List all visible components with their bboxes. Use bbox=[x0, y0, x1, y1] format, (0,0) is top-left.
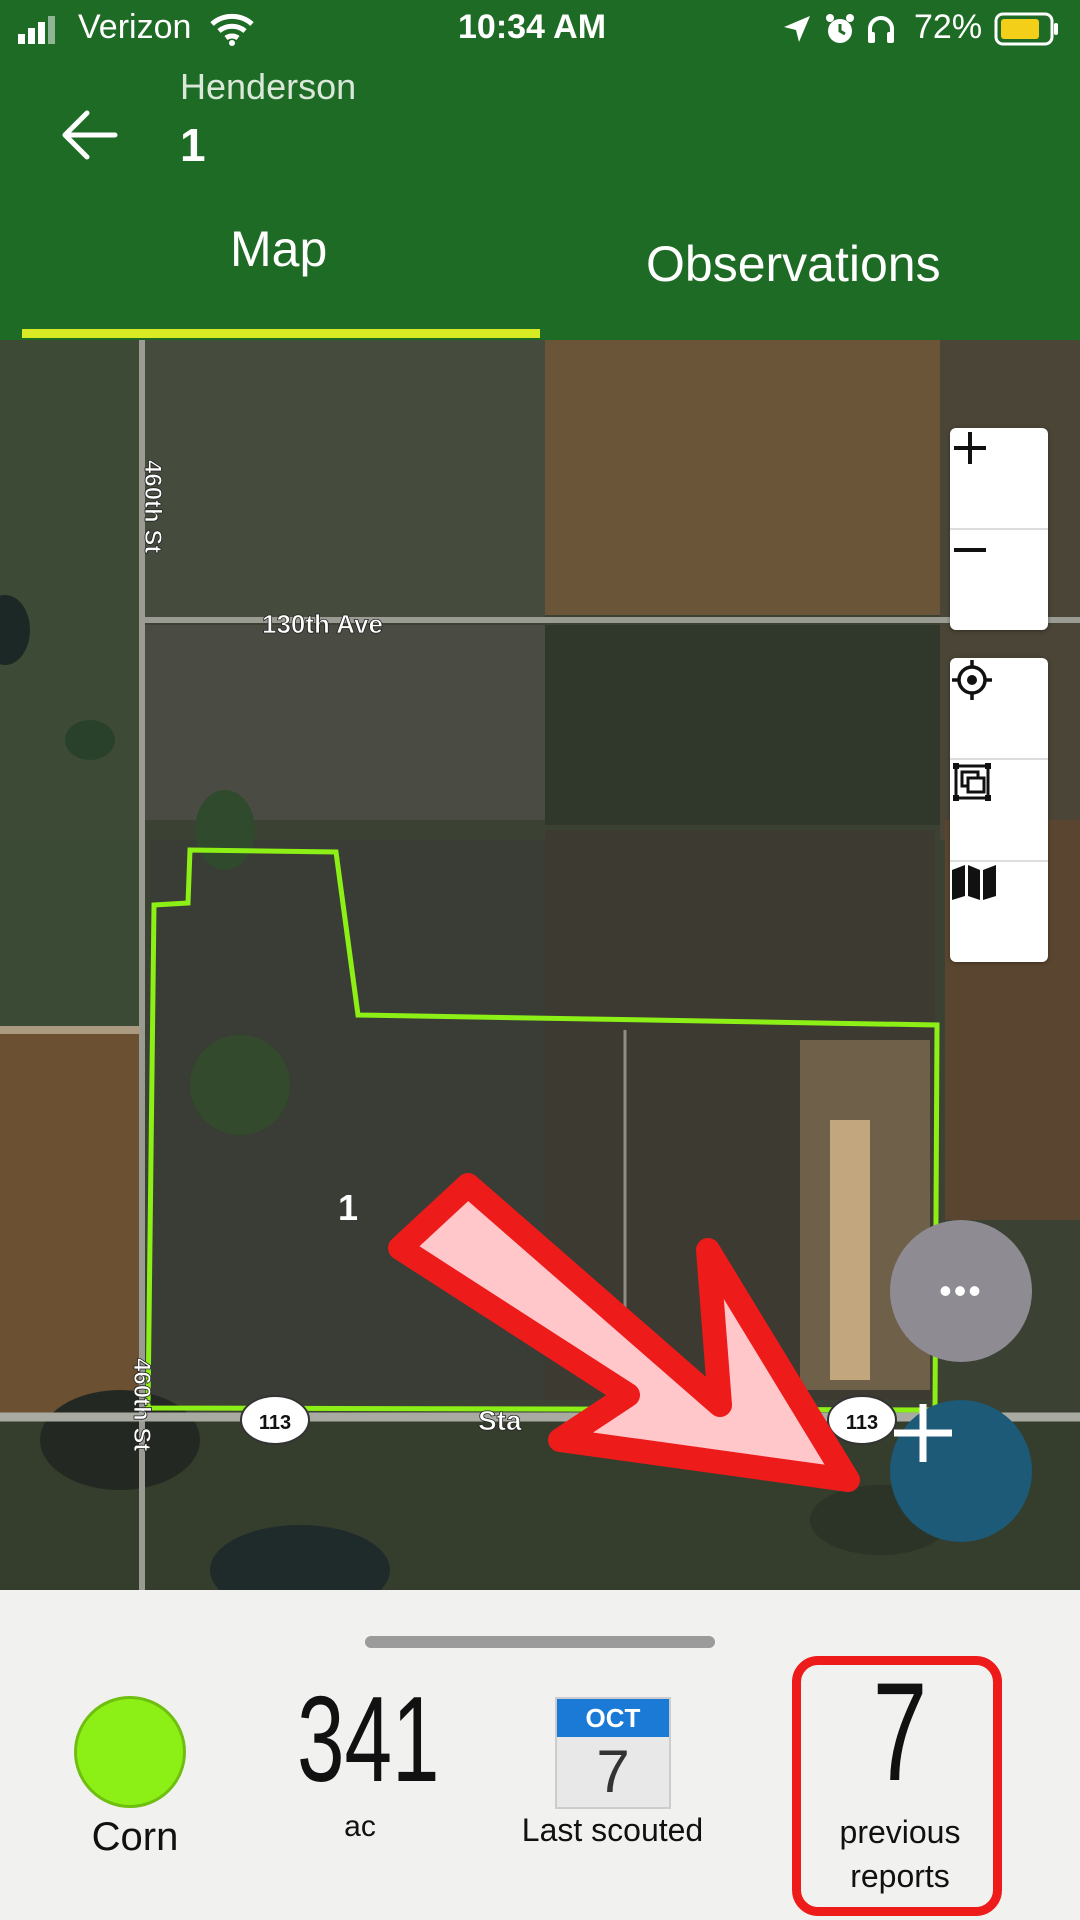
more-options-button[interactable]: ••• bbox=[890, 1220, 1032, 1362]
acres-unit: ac bbox=[344, 1810, 376, 1843]
zoom-controls bbox=[950, 428, 1048, 630]
status-bar: Verizon 10:34 AM 72% bbox=[0, 0, 1080, 60]
satellite-map[interactable]: 460th St 130th Ave 460th St Sta 113 113 … bbox=[0, 340, 1080, 1590]
back-arrow-icon bbox=[62, 110, 118, 160]
map-layers-icon bbox=[952, 865, 996, 900]
alarm-icon bbox=[824, 12, 856, 46]
map-layers-button[interactable] bbox=[950, 862, 1048, 962]
header-subtitle: Henderson bbox=[180, 66, 357, 107]
battery-percent: 72% bbox=[914, 8, 983, 46]
tab-observations[interactable]: Observations bbox=[646, 235, 941, 293]
sheet-drag-handle[interactable] bbox=[365, 1636, 715, 1648]
field-label: 1 bbox=[338, 1187, 358, 1228]
signal-icon bbox=[18, 16, 58, 44]
zoom-out-button[interactable] bbox=[950, 530, 1048, 630]
map-tool-controls bbox=[950, 658, 1048, 962]
back-button[interactable] bbox=[55, 100, 125, 170]
field-acres: 341 bbox=[297, 1671, 440, 1807]
more-dots-icon: ••• bbox=[939, 1270, 983, 1311]
location-arrow-icon bbox=[782, 14, 812, 44]
plus-icon bbox=[954, 432, 986, 464]
road-label-130th-ave: 130th Ave bbox=[262, 609, 383, 639]
minus-icon bbox=[954, 548, 986, 552]
road-label-state: Sta bbox=[478, 1405, 522, 1436]
fit-field-button[interactable] bbox=[950, 760, 1048, 862]
highway-shield-label-left: 113 bbox=[259, 1412, 291, 1434]
road-label-460th-st-bottom: 460th St bbox=[128, 1358, 155, 1451]
fit-bounds-icon bbox=[953, 763, 991, 801]
crop-color-swatch bbox=[74, 1696, 186, 1808]
plus-icon bbox=[894, 1404, 952, 1462]
crop-name: Corn bbox=[91, 1815, 179, 1859]
road-label-460th-st-top: 460th St bbox=[139, 460, 166, 553]
carrier-name: Verizon bbox=[78, 8, 192, 46]
add-observation-button[interactable] bbox=[890, 1400, 1032, 1542]
calendar-day: 7 bbox=[596, 1738, 630, 1805]
clock: 10:34 AM bbox=[458, 8, 607, 46]
zoom-in-button[interactable] bbox=[950, 428, 1048, 530]
last-scouted-label: Last scouted bbox=[521, 1812, 704, 1848]
headphones-icon bbox=[866, 14, 896, 44]
battery-icon bbox=[994, 12, 1060, 46]
crosshair-icon bbox=[952, 660, 992, 700]
highway-shield-label-right: 113 bbox=[846, 1412, 878, 1434]
calendar-month: OCT bbox=[557, 1699, 669, 1737]
annotation-highlight-box bbox=[792, 1656, 1002, 1916]
calendar-icon: OCT 7 bbox=[555, 1697, 671, 1809]
app-header: Henderson 1 Map Observations bbox=[0, 60, 1080, 340]
wifi-icon bbox=[210, 12, 254, 46]
header-title: 1 bbox=[180, 119, 206, 171]
tab-active-indicator bbox=[22, 329, 540, 338]
tab-map[interactable]: Map bbox=[230, 220, 327, 278]
locate-me-button[interactable] bbox=[950, 658, 1048, 760]
